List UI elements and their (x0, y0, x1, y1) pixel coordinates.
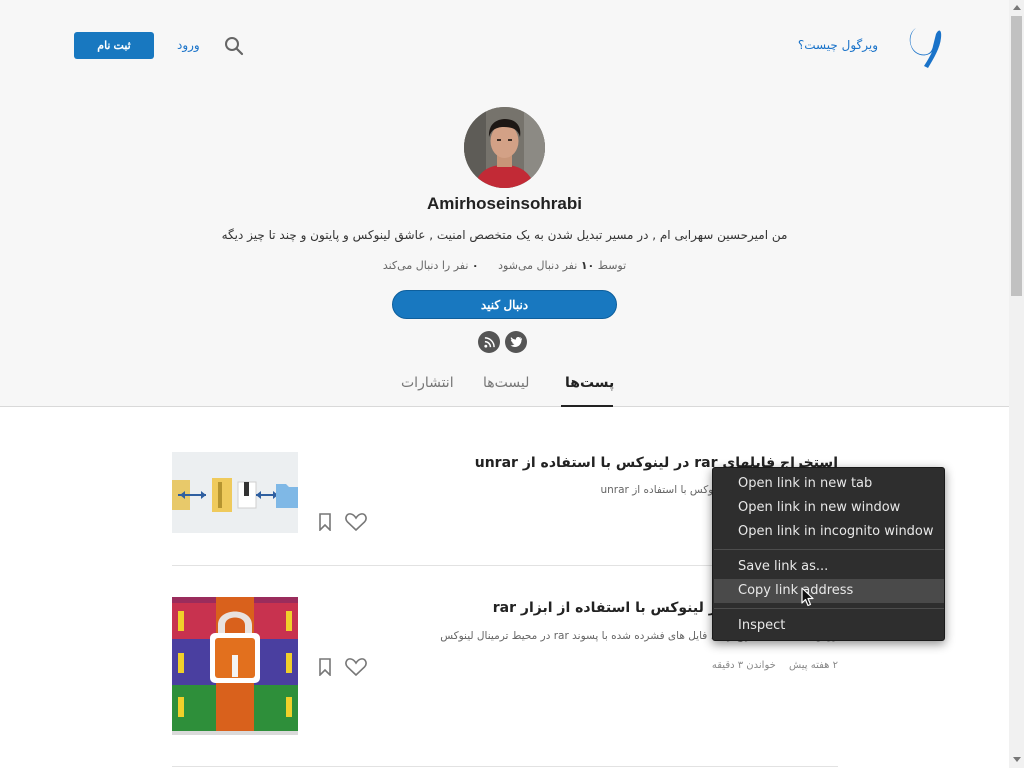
tab-publications[interactable]: انتشارات (401, 375, 454, 391)
context-menu: Open link in new tab Open link in new wi… (712, 467, 945, 641)
mouse-cursor-icon (801, 587, 814, 607)
followers-count: ۱۰ (580, 259, 595, 272)
tab-lists[interactable]: لیست‌ها (483, 375, 529, 391)
page-scrollbar[interactable] (1009, 0, 1024, 768)
profile-stats: توسط ۱۰ نفر دنبال می‌شود ۰ نفر را دنبال … (0, 259, 1009, 272)
bookmark-icon[interactable] (318, 658, 332, 676)
post-thumbnail[interactable] (172, 597, 298, 735)
follow-button[interactable]: دنبال کنید (392, 290, 617, 319)
login-link[interactable]: ورود (177, 38, 200, 52)
avatar (464, 107, 545, 188)
search-icon[interactable] (224, 36, 244, 56)
menu-separator (714, 549, 944, 550)
profile-bio: من امیرحسین سهرابی ام , در مسیر تبدیل شد… (221, 228, 788, 242)
twitter-icon[interactable] (505, 331, 527, 353)
rss-icon[interactable] (478, 331, 500, 353)
bookmark-icon[interactable] (318, 513, 332, 531)
profile-name: Amirhoseinsohrabi (427, 194, 582, 213)
what-is-virgool-link[interactable]: ویرگول چیست؟ (798, 38, 878, 52)
menu-separator (714, 608, 944, 609)
post-time-ago: ۲ هفته پیش (789, 660, 838, 671)
site-header: ویرگول چیست؟ ورود ثبت نام (0, 0, 1009, 90)
following-suffix: نفر را دنبال می‌کند (382, 259, 469, 272)
like-icon[interactable] (345, 513, 367, 531)
post-divider (172, 766, 838, 767)
followers-prefix: توسط (597, 259, 627, 272)
following-count: ۰ (471, 259, 479, 272)
menu-item-copy-link-address[interactable]: Copy link address (714, 579, 944, 603)
menu-item-open-new-tab[interactable]: Open link in new tab (714, 472, 944, 496)
scroll-down-arrow-icon[interactable] (1013, 757, 1021, 762)
menu-item-inspect[interactable]: Inspect (714, 614, 944, 638)
following-stat[interactable]: ۰ نفر را دنبال می‌کند (383, 259, 479, 272)
signup-button[interactable]: ثبت نام (74, 32, 154, 59)
followers-stat[interactable]: توسط ۱۰ نفر دنبال می‌شود (498, 259, 626, 272)
menu-item-save-link-as[interactable]: Save link as... (714, 555, 944, 579)
menu-item-open-new-window[interactable]: Open link in new window (714, 496, 944, 520)
post-meta: ۲ هفته پیش خواندن ۳ دقیقه (702, 660, 838, 671)
virgool-logo-icon[interactable] (906, 24, 944, 70)
followers-suffix: نفر دنبال می‌شود (498, 259, 578, 272)
menu-item-open-incognito[interactable]: Open link in incognito window (714, 520, 944, 544)
page: ویرگول چیست؟ ورود ثبت نام Amirhoseinsohr… (0, 0, 1024, 768)
profile-tabs: پست‌ها لیست‌ها انتشارات (0, 365, 1009, 407)
post-thumbnail[interactable] (172, 452, 298, 533)
scroll-up-arrow-icon[interactable] (1013, 5, 1021, 10)
like-icon[interactable] (345, 658, 367, 676)
post-read-time: خواندن ۳ دقیقه (711, 660, 776, 671)
scrollbar-thumb[interactable] (1011, 16, 1022, 296)
tab-posts[interactable]: پست‌ها (565, 375, 614, 391)
